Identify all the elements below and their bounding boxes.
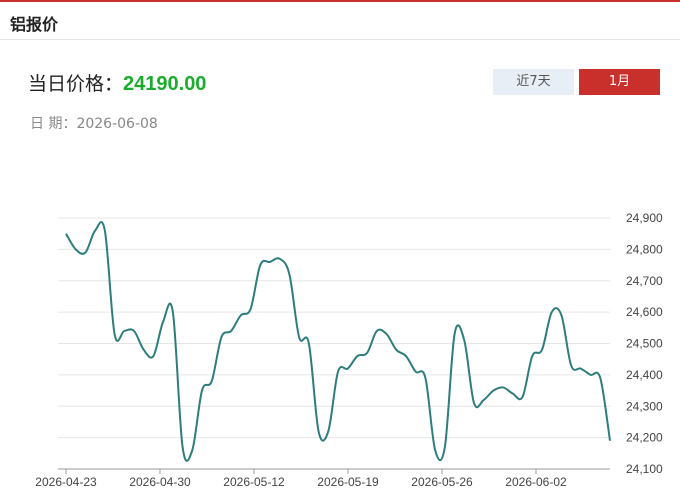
x-tick-label: 2026-05-19 — [317, 475, 379, 489]
y-tick-label: 24,800 — [626, 242, 663, 256]
price-line-chart: 24,100 24,200 24,300 24,400 24,500 24,600 24,7… — [35, 211, 663, 489]
y-tick-label: 24,600 — [626, 305, 663, 319]
x-tick-label: 2026-05-26 — [411, 475, 473, 489]
y-tick-label: 24,400 — [626, 368, 663, 382]
y-tick-label: 24,900 — [626, 211, 663, 225]
price-series-line — [65, 221, 611, 462]
y-tick-label: 24,100 — [626, 462, 663, 476]
x-tick-label: 2026-04-30 — [129, 475, 191, 489]
y-tick-label: 24,200 — [626, 431, 663, 445]
x-tick-label: 2026-06-02 — [505, 475, 567, 489]
y-tick-label: 24,300 — [626, 399, 663, 413]
x-tick-label: 2026-04-23 — [35, 475, 97, 489]
y-tick-label: 24,500 — [626, 337, 663, 351]
y-tick-label: 24,700 — [626, 274, 663, 288]
x-tick-label: 2026-05-12 — [223, 475, 285, 489]
